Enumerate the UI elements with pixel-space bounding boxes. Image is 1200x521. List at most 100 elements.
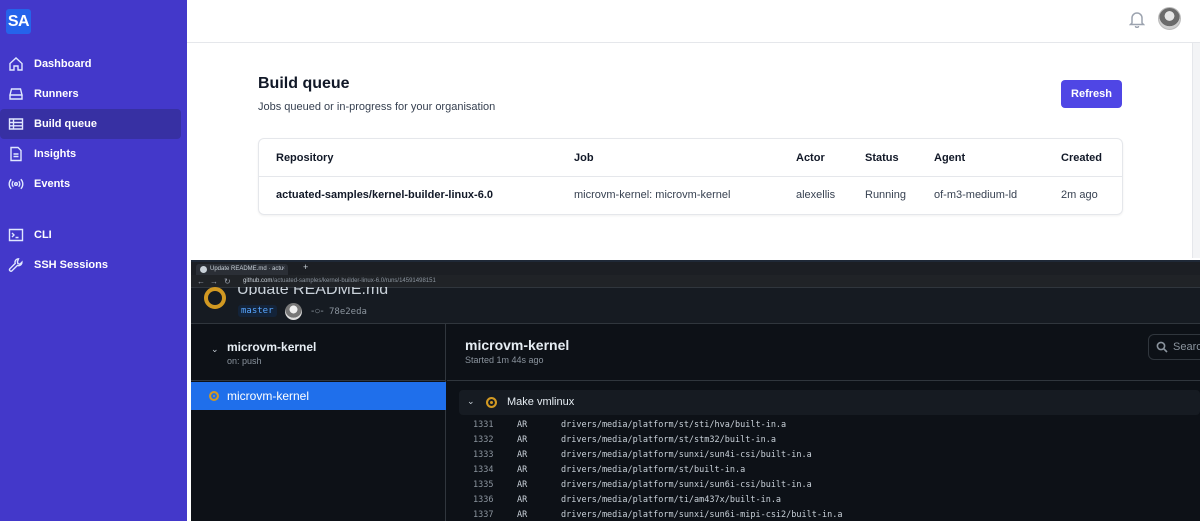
job-title: microvm-kernel	[465, 337, 570, 353]
server-icon	[8, 86, 24, 102]
chevron-down-icon[interactable]: ⌄	[211, 344, 219, 355]
log-line: 1335 AR drivers/media/platform/sunxi/sun…	[447, 480, 1200, 495]
sidebar-item-label: Runners	[34, 88, 79, 100]
close-tab-icon[interactable]: ×	[281, 264, 285, 275]
sidebar-item-cli[interactable]: CLI	[0, 220, 181, 250]
browser-tab-title: Update README.md · actu	[210, 266, 284, 272]
log-line: 1333 AR drivers/media/platform/sunxi/sun…	[447, 450, 1200, 465]
page-title: Build queue	[258, 75, 350, 92]
log-line-number[interactable]: 1333	[473, 450, 493, 460]
cell-job: microvm-kernel: microvm-kernel	[574, 189, 731, 201]
log-command: AR	[517, 465, 528, 475]
log-path: drivers/media/platform/sunxi/sun4i-csi/b…	[561, 450, 812, 460]
log-line-number[interactable]: 1332	[473, 435, 493, 445]
log-path: drivers/media/platform/sunxi/sun6i-mipi-…	[561, 510, 843, 520]
sidebar-item-label: SSH Sessions	[34, 259, 108, 271]
log-line-number[interactable]: 1336	[473, 495, 493, 505]
github-actions-screenshot: Update README.md · actu × + ← → ↻ github…	[191, 260, 1200, 521]
cell-agent: of-m3-medium-ld	[934, 189, 1018, 201]
cell-status: Running	[865, 189, 906, 201]
top-bar	[187, 0, 1200, 43]
step-name: Make vmlinux	[507, 396, 575, 408]
reload-icon[interactable]: ↻	[224, 275, 231, 288]
table-icon	[8, 116, 24, 132]
sidebar-item-label: Events	[34, 178, 71, 190]
sidebar-item-label: CLI	[34, 229, 52, 241]
cell-repository[interactable]: actuated-samples/kernel-builder-linux-6.…	[276, 189, 493, 201]
bell-icon[interactable]	[1128, 10, 1146, 29]
sidebar-item-label: Build queue	[34, 118, 97, 130]
search-placeholder: Searc	[1173, 341, 1200, 353]
commit-sha[interactable]: 78e2eda	[329, 307, 367, 317]
log-line: 1332 AR drivers/media/platform/st/stm32/…	[447, 435, 1200, 450]
log-line-number[interactable]: 1337	[473, 510, 493, 520]
sidebar-item-runners[interactable]: Runners	[0, 79, 181, 109]
divider	[447, 380, 1200, 381]
sidebar-item-insights[interactable]: Insights	[0, 139, 181, 169]
jobs-sidebar: ⌄ microvm-kernel on: push microvm-kernel	[191, 324, 446, 521]
log-path: drivers/media/platform/st/sti/hva/built-…	[561, 420, 787, 430]
workflow-name: microvm-kernel	[227, 340, 317, 354]
chevron-down-icon[interactable]: ⌄	[467, 396, 475, 407]
log-line-number[interactable]: 1335	[473, 480, 493, 490]
page-subtitle: Jobs queued or in-progress for your orga…	[258, 101, 496, 113]
github-icon	[200, 266, 207, 273]
log-command: AR	[517, 510, 528, 520]
column-header-job: Job	[574, 152, 594, 164]
in-progress-icon	[486, 397, 497, 408]
step-make-vmlinux[interactable]: ⌄ Make vmlinux	[459, 390, 1200, 415]
page-scrollbar[interactable]	[1192, 43, 1200, 258]
browser-tab[interactable]: Update README.md · actu ×	[196, 264, 288, 275]
in-progress-icon	[209, 391, 219, 401]
log-command: AR	[517, 450, 528, 460]
new-tab-button[interactable]: +	[303, 262, 308, 272]
job-item-microvm-kernel[interactable]: microvm-kernel	[191, 382, 446, 410]
sidebar-item-dashboard[interactable]: Dashboard	[0, 49, 181, 79]
search-icon	[1156, 340, 1168, 353]
terminal-icon	[8, 227, 24, 243]
column-header-status: Status	[865, 152, 899, 164]
log-line-number[interactable]: 1331	[473, 420, 493, 430]
commit-icon: -○-	[311, 306, 324, 317]
refresh-button[interactable]: Refresh	[1061, 80, 1122, 108]
log-path: drivers/media/platform/st/stm32/built-in…	[561, 435, 776, 445]
user-avatar[interactable]	[1158, 7, 1181, 30]
log-search-input[interactable]: Searc	[1148, 334, 1200, 360]
committer-avatar[interactable]	[285, 303, 302, 320]
browser-tab-bar: Update README.md · actu × +	[191, 262, 1200, 275]
column-header-actor: Actor	[796, 152, 825, 164]
build-queue-table: Repository Job Actor Status Agent Create…	[258, 138, 1123, 215]
log-line: 1334 AR drivers/media/platform/st/built-…	[447, 465, 1200, 480]
log-command: AR	[517, 495, 528, 505]
commit-title: Update README.md	[237, 287, 388, 295]
sidebar-item-label: Insights	[34, 148, 77, 160]
sidebar-item-ssh-sessions[interactable]: SSH Sessions	[0, 250, 181, 280]
log-line-number[interactable]: 1334	[473, 465, 493, 475]
signal-icon	[8, 176, 24, 192]
in-progress-status-icon	[204, 287, 226, 309]
sidebar-item-build-queue[interactable]: Build queue	[0, 109, 181, 139]
document-icon	[8, 146, 24, 162]
wrench-icon	[8, 257, 24, 273]
column-header-agent: Agent	[934, 152, 966, 164]
job-item-label: microvm-kernel	[227, 389, 310, 403]
log-path: drivers/media/platform/sunxi/sun6i-csi/b…	[561, 480, 812, 490]
url-path: /actuated-samples/kernel-builder-linux-6…	[272, 278, 436, 284]
cell-created: 2m ago	[1061, 189, 1098, 201]
log-line: 1331 AR drivers/media/platform/st/sti/hv…	[447, 420, 1200, 435]
back-icon[interactable]: ←	[197, 275, 205, 288]
log-command: AR	[517, 435, 528, 445]
log-line: 1337 AR drivers/media/platform/sunxi/sun…	[447, 510, 1200, 521]
job-started-time: Started 1m 44s ago	[465, 355, 544, 365]
sidebar-item-events[interactable]: Events	[0, 169, 181, 199]
sidebar-item-label: Dashboard	[34, 58, 92, 70]
url-host: github.com	[243, 278, 273, 284]
log-path: drivers/media/platform/st/built-in.a	[561, 465, 746, 475]
cell-actor: alexellis	[796, 189, 836, 201]
branch-label[interactable]: master	[238, 305, 277, 317]
app-logo[interactable]: SA	[6, 9, 31, 34]
log-command: AR	[517, 420, 528, 430]
workflow-trigger: on: push	[227, 356, 262, 366]
log-path: drivers/media/platform/ti/am437x/built-i…	[561, 495, 782, 505]
job-log-panel: microvm-kernel Started 1m 44s ago Searc …	[447, 324, 1200, 521]
